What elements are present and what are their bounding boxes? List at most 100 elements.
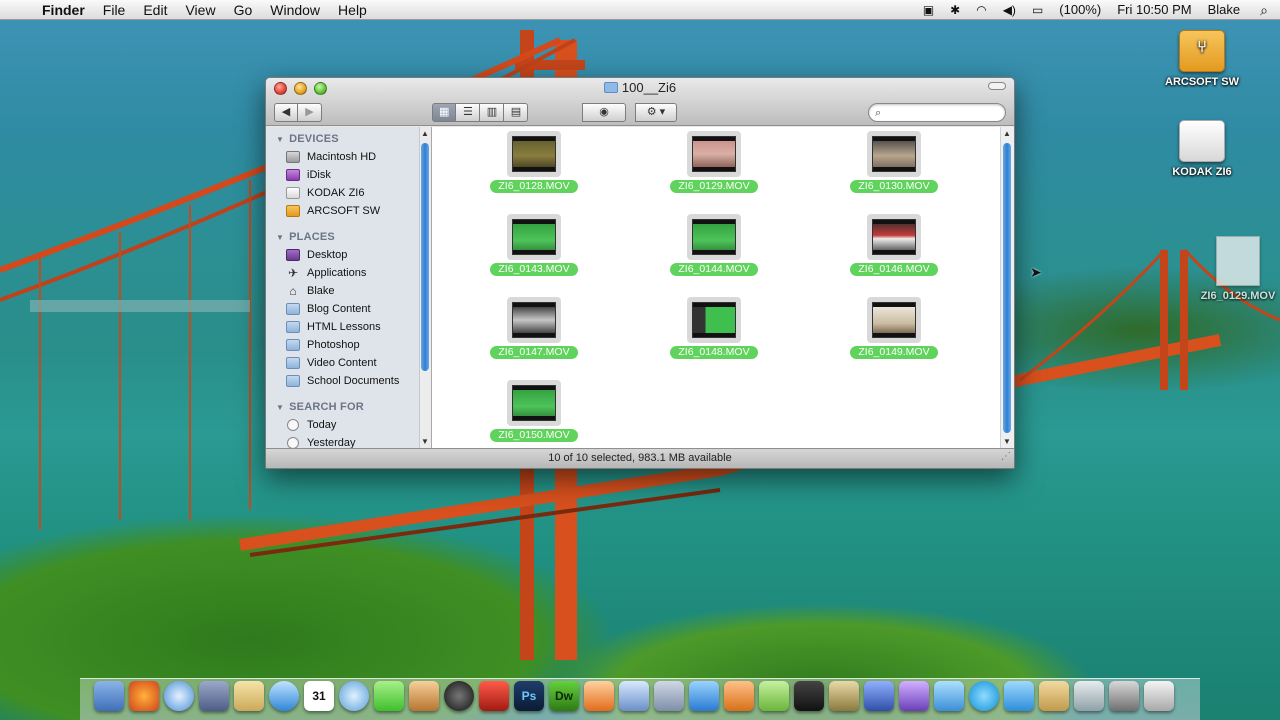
content-scrollbar[interactable]: ▲ ▼ [1000,127,1014,448]
finder-dock-icon[interactable] [94,681,124,711]
file-name-label[interactable]: ZI6_0150.MOV [490,429,578,442]
skype-dock-icon[interactable] [969,681,999,711]
file-name-label[interactable]: ZI6_0148.MOV [670,346,758,359]
scroll-down-icon[interactable]: ▼ [420,437,430,446]
list-view-button[interactable]: ☰ [456,103,481,122]
pen-tool-dock-icon[interactable] [654,681,684,711]
scroll-down-icon[interactable]: ▼ [1002,437,1012,446]
itunes-dock-icon[interactable] [339,681,369,711]
scroll-up-icon[interactable]: ▲ [420,129,430,138]
twitter-dock-icon[interactable] [1004,681,1034,711]
dreamweaver-dock-icon[interactable]: Dw [549,681,579,711]
toolbar-toggle-button[interactable] [988,82,1006,90]
file-name-label[interactable]: ZI6_0149.MOV [850,346,938,359]
file-item-zi6-0146[interactable]: ZI6_0146.MOV [842,214,946,276]
sidebar-item-desktop[interactable]: Desktop [266,246,431,264]
trash-dock-icon[interactable] [1144,681,1174,711]
ical-dock-icon[interactable]: 31 [304,681,334,711]
sidebar-item-idisk[interactable]: iDisk [266,166,431,184]
presentation-dock-icon[interactable] [584,681,614,711]
content-scroll-thumb[interactable] [1003,143,1011,433]
sidebar-item-arcsoft-sw[interactable]: ARCSOFT SW [266,202,431,220]
menu-go[interactable]: Go [225,0,262,20]
column-view-button[interactable]: ▥ [480,103,505,122]
menu-view[interactable]: View [176,0,224,20]
desktop-icon-dragged-file[interactable]: ZI6_0129.MOV [1196,236,1280,302]
desktop-icon-kodak-zi6[interactable]: KODAK ZI6 [1158,120,1246,178]
imovie-star-dock-icon[interactable] [829,681,859,711]
documents-stack-dock-icon[interactable] [1039,681,1069,711]
file-item-zi6-0148[interactable]: ZI6_0148.MOV [662,297,766,359]
file-name-label[interactable]: ZI6_0128.MOV [490,180,578,193]
bluetooth-icon[interactable]: ✱ [942,0,968,20]
action-gear-button[interactable]: ⚙ ▾ [635,103,677,122]
firefox-dock-icon[interactable] [129,681,159,711]
sidebar-item-blog-content[interactable]: Blog Content [266,300,431,318]
garageband-dock-icon[interactable] [724,681,754,711]
sidebar-item-kodak-zi6[interactable]: KODAK ZI6 [266,184,431,202]
sidebar-item-blake[interactable]: ⌂ Blake [266,282,431,300]
file-item-zi6-0143[interactable]: ZI6_0143.MOV [482,214,586,276]
file-item-zi6-0128[interactable]: ZI6_0128.MOV [482,131,586,193]
icon-view-button[interactable]: ▦ [432,103,457,122]
sidebar-item-today[interactable]: Today [266,416,431,434]
sidebar-item-applications[interactable]: ✈ Applications [266,264,431,282]
cover-flow-button[interactable]: ▤ [504,103,529,122]
file-name-label[interactable]: ZI6_0144.MOV [670,263,758,276]
sidebar-item-photoshop[interactable]: Photoshop [266,336,431,354]
resize-grip-icon[interactable]: ⋰ [1001,447,1011,466]
menu-edit[interactable]: Edit [134,0,176,20]
sidebar-item-video-content[interactable]: Video Content [266,354,431,372]
dvd-player-dock-icon[interactable] [444,681,474,711]
pages-dock-icon[interactable] [689,681,719,711]
downloads-stack-dock-icon[interactable] [1109,681,1139,711]
app-menu-finder[interactable]: Finder [38,0,94,20]
sidebar-item-yesterday[interactable]: Yesterday [266,434,431,448]
spotlight-search-icon[interactable]: ⌕ [1248,0,1280,20]
menu-help[interactable]: Help [329,0,376,20]
battery-percentage[interactable]: (100%) [1051,0,1109,20]
file-item-zi6-0130[interactable]: ZI6_0130.MOV [842,131,946,193]
file-name-label[interactable]: ZI6_0147.MOV [490,346,578,359]
menubar-clock[interactable]: Fri 10:50 PM [1109,0,1199,20]
file-name-label[interactable]: ZI6_0146.MOV [850,263,938,276]
file-item-zi6-0129[interactable]: ZI6_0129.MOV [662,131,766,193]
file-item-zi6-0150[interactable]: ZI6_0150.MOV [482,380,586,442]
file-item-zi6-0149[interactable]: ZI6_0149.MOV [842,297,946,359]
idvd-dock-icon[interactable] [899,681,929,711]
sidebar-item-html-lessons[interactable]: HTML Lessons [266,318,431,336]
preview-dock-icon[interactable] [199,681,229,711]
applications-stack-dock-icon[interactable] [1074,681,1104,711]
sidebar-header-devices[interactable]: ▼ DEVICES [266,130,431,148]
volume-icon[interactable]: ◀) [995,0,1024,20]
sidebar-header-places[interactable]: ▼ PLACES [266,228,431,246]
messenger-dock-icon[interactable] [934,681,964,711]
file-item-zi6-0144[interactable]: ZI6_0144.MOV [662,214,766,276]
file-name-label[interactable]: ZI6_0129.MOV [670,180,758,193]
safari-dock-icon[interactable] [164,681,194,711]
file-icon-grid-area[interactable]: ZI6_0128.MOV ZI6_0129.MOV ZI6_0130.MOV Z… [432,127,1014,448]
sidebar-scrollbar[interactable]: ▲ ▼ [419,127,431,448]
menu-file[interactable]: File [94,0,135,20]
imovie-dock-icon[interactable] [864,681,894,711]
scroll-up-icon[interactable]: ▲ [1002,129,1012,138]
search-input[interactable]: ⌕ [868,103,1006,122]
screen-record-icon[interactable]: ▣ [915,0,942,20]
sidebar-header-search-for[interactable]: ▼ SEARCH FOR [266,398,431,416]
ichat-dock-icon[interactable] [269,681,299,711]
back-button[interactable]: ◀ [274,103,298,122]
file-name-label[interactable]: ZI6_0143.MOV [490,263,578,276]
forward-button[interactable]: ▶ [298,103,322,122]
sidebar-scroll-thumb[interactable] [421,143,429,371]
numbers-dock-icon[interactable] [619,681,649,711]
file-name-label[interactable]: ZI6_0130.MOV [850,180,938,193]
automator-dock-icon[interactable] [759,681,789,711]
facetime-dock-icon[interactable] [374,681,404,711]
menubar-user[interactable]: Blake [1200,0,1249,20]
menu-window[interactable]: Window [261,0,329,20]
photo-booth-dock-icon[interactable] [479,681,509,711]
sidebar-item-school-documents[interactable]: School Documents [266,372,431,390]
wifi-icon[interactable]: ◠ [968,0,994,20]
desktop-icon-arcsoft-sw[interactable]: ⑂ ARCSOFT SW [1158,30,1246,88]
file-item-zi6-0147[interactable]: ZI6_0147.MOV [482,297,586,359]
